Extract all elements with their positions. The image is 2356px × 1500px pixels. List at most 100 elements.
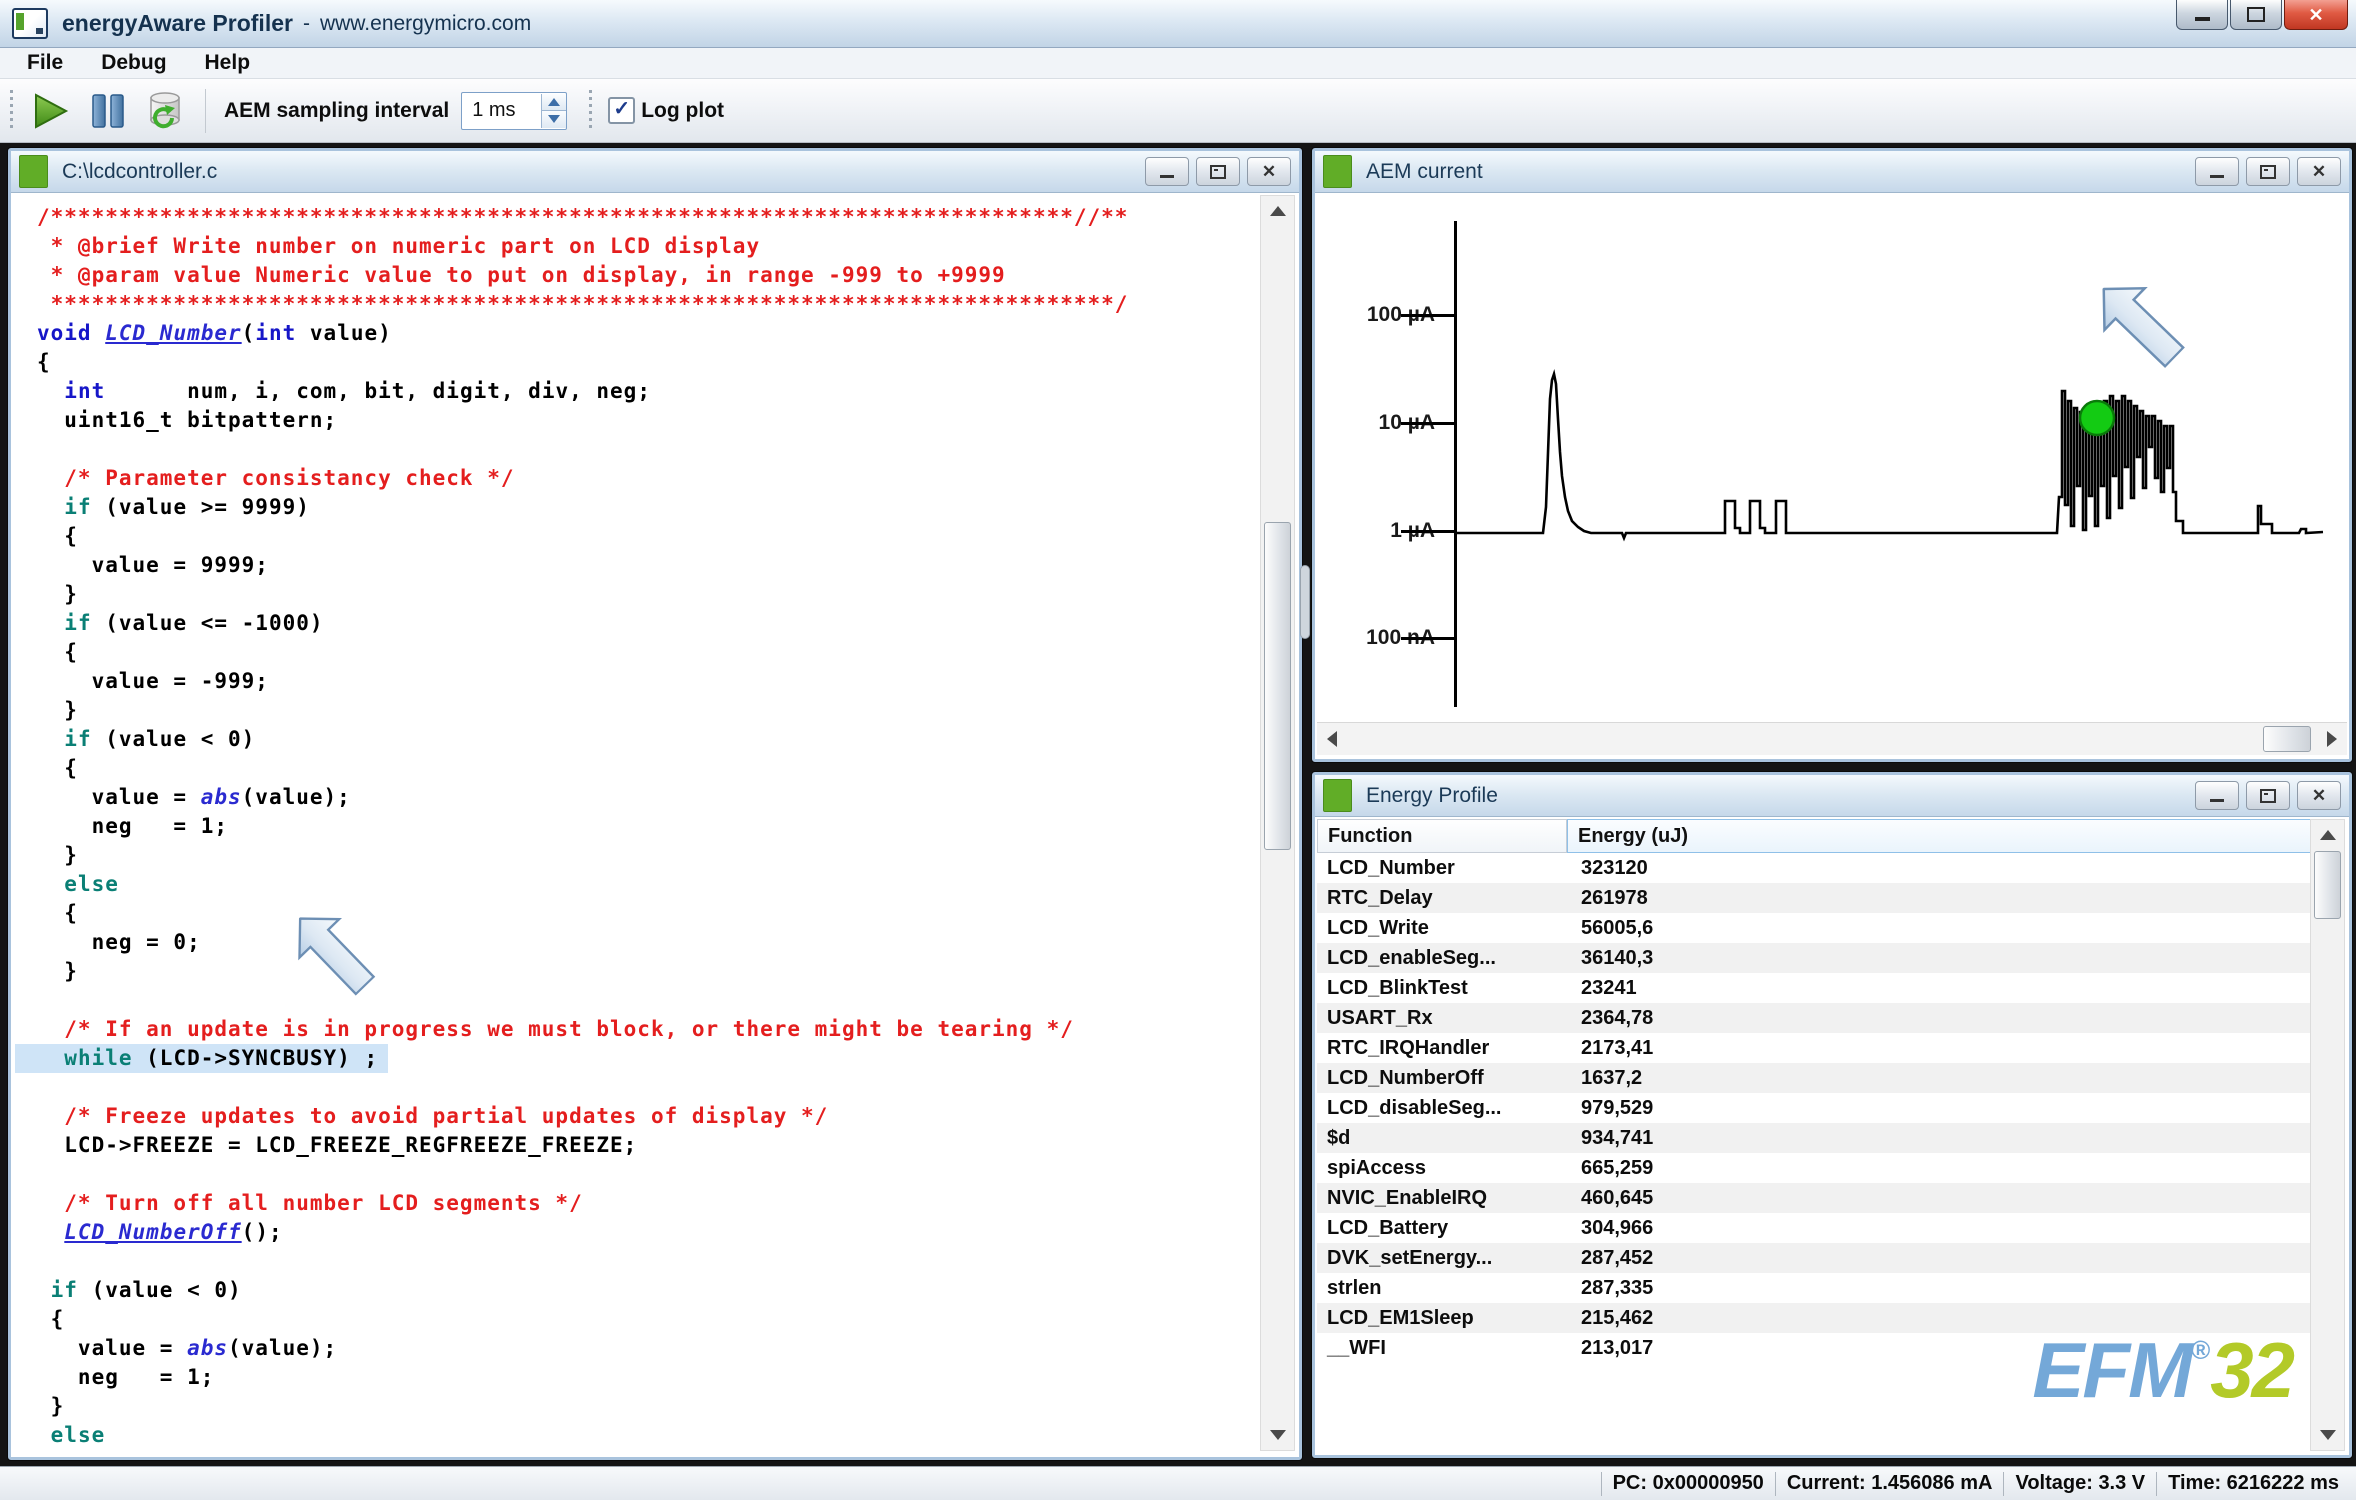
scroll-up-button[interactable] — [2311, 820, 2344, 850]
menu-file[interactable]: File — [8, 48, 82, 78]
code-line: value = abs(value); — [15, 783, 1261, 812]
table-row[interactable]: LCD_Write56005,6 — [1317, 913, 2312, 943]
code-editor[interactable]: /***************************************… — [15, 195, 1261, 1451]
current-waveform — [1317, 195, 2347, 721]
table-row[interactable]: RTC_Delay261978 — [1317, 883, 2312, 913]
toolbar-grip[interactable] — [10, 90, 13, 132]
pause-button[interactable] — [88, 92, 128, 130]
table-row[interactable]: USART_Rx2364,78 — [1317, 1003, 2312, 1033]
column-header-function[interactable]: Function — [1317, 819, 1567, 853]
restore-icon — [2260, 165, 2276, 179]
table-row[interactable]: RTC_IRQHandler2173,41 — [1317, 1033, 2312, 1063]
app-icon — [12, 8, 48, 39]
maximize-icon — [2247, 7, 2265, 22]
table-row[interactable]: LCD_enableSeg...36140,3 — [1317, 943, 2312, 973]
minimize-button[interactable] — [2195, 157, 2239, 186]
function-cell: LCD_BlinkTest — [1317, 973, 1567, 1003]
restore-button[interactable] — [2246, 781, 2290, 810]
scroll-left-button[interactable] — [1317, 723, 1347, 755]
table-row[interactable]: LCD_NumberOff1637,2 — [1317, 1063, 2312, 1093]
table-row[interactable]: LCD_BlinkTest23241 — [1317, 973, 2312, 1003]
table-row[interactable]: DVK_setEnergy...287,452 — [1317, 1243, 2312, 1273]
sampling-interval-value[interactable]: 1 ms — [462, 99, 541, 122]
scroll-down-button[interactable] — [2311, 1420, 2344, 1450]
status-item: PC: 0x00000950 — [1602, 1472, 1775, 1495]
scrollbar-thumb[interactable] — [1264, 522, 1291, 850]
reset-button[interactable] — [146, 91, 184, 131]
spin-down-icon — [548, 115, 560, 123]
energy-cell: 261978 — [1567, 883, 1648, 913]
sampling-interval-input[interactable]: 1 ms — [461, 92, 567, 130]
table-header: Function Energy (uJ) — [1317, 819, 2312, 854]
scroll-down-button[interactable] — [1261, 1420, 1294, 1450]
minimize-button[interactable] — [2176, 0, 2228, 30]
table-row[interactable]: NVIC_EnableIRQ460,645 — [1317, 1183, 2312, 1213]
efm32-logo: EFM®32 — [2032, 1331, 2293, 1409]
aem-current-chart[interactable]: 100 µA10 µA1 µA100 nA — [1317, 195, 2347, 721]
code-vertical-scrollbar[interactable] — [1260, 195, 1295, 1451]
toolbar-grip[interactable] — [589, 90, 592, 132]
arrow-up-icon — [1270, 206, 1286, 216]
code-line: if (value < 0) — [15, 1276, 1261, 1305]
restore-icon — [1210, 165, 1226, 179]
column-header-energy[interactable]: Energy (uJ) — [1567, 819, 2312, 853]
sampling-interval-label: AEM sampling interval — [224, 99, 449, 123]
code-line: while (LCD->SYNCBUSY) ; — [15, 1044, 1261, 1073]
scrollbar-thumb[interactable] — [2263, 726, 2311, 752]
table-row[interactable]: strlen287,335 — [1317, 1273, 2312, 1303]
spin-down-button[interactable] — [542, 111, 566, 128]
menu-debug[interactable]: Debug — [82, 48, 185, 78]
scroll-up-button[interactable] — [1261, 196, 1294, 226]
table-row[interactable]: spiAccess665,259 — [1317, 1153, 2312, 1183]
log-plot-checkbox[interactable]: ✓ — [608, 97, 635, 124]
table-row[interactable]: LCD_Number323120 — [1317, 853, 2312, 883]
document-icon — [1323, 155, 1352, 188]
app-title: energyAware Profiler — [62, 10, 293, 37]
close-button[interactable]: ✕ — [2284, 0, 2348, 30]
code-line: if (value >= 9999) — [15, 493, 1261, 522]
table-row[interactable]: LCD_disableSeg...979,529 — [1317, 1093, 2312, 1123]
minimize-button[interactable] — [1145, 157, 1189, 186]
code-line: } — [15, 1392, 1261, 1421]
code-line: neg = 0; — [15, 928, 1261, 957]
scroll-right-button[interactable] — [2317, 723, 2347, 755]
restore-button[interactable] — [2246, 157, 2290, 186]
table-row[interactable]: $d934,741 — [1317, 1123, 2312, 1153]
splitter-grip[interactable] — [1300, 565, 1310, 639]
close-button[interactable]: ✕ — [1247, 157, 1291, 186]
aem-horizontal-scrollbar[interactable] — [1317, 722, 2347, 755]
minimize-button[interactable] — [2195, 781, 2239, 810]
code-line: /* If an update is in progress we must b… — [15, 1015, 1261, 1044]
energy-cell: 979,529 — [1567, 1093, 1653, 1123]
maximize-button[interactable] — [2230, 0, 2282, 30]
table-row[interactable]: LCD_Battery304,966 — [1317, 1213, 2312, 1243]
window-titlebar[interactable]: energyAware Profiler - www.energymicro.c… — [0, 0, 2356, 48]
minimize-icon — [1160, 175, 1174, 178]
code-line: /***************************************… — [15, 203, 1261, 232]
status-item: Voltage: 3.3 V — [2004, 1472, 2156, 1495]
menu-help[interactable]: Help — [186, 48, 270, 78]
start-button[interactable] — [32, 92, 70, 130]
code-line: neg = 1; — [15, 1363, 1261, 1392]
menu-bar: FileDebugHelp — [0, 48, 2356, 79]
log-plot-label[interactable]: Log plot — [641, 99, 724, 123]
energy-vertical-scrollbar[interactable] — [2310, 819, 2345, 1451]
function-cell: NVIC_EnableIRQ — [1317, 1183, 1567, 1213]
code-line: /* Parameter consistancy check */ — [15, 464, 1261, 493]
restore-button[interactable] — [1196, 157, 1240, 186]
sample-marker[interactable] — [2080, 401, 2114, 435]
energy-window-titlebar[interactable]: Energy Profile ✕ — [1315, 775, 2349, 817]
function-cell: __WFI — [1317, 1333, 1567, 1363]
scrollbar-thumb[interactable] — [2314, 851, 2341, 919]
code-line: } — [15, 580, 1261, 609]
close-button[interactable]: ✕ — [2297, 781, 2341, 810]
spin-up-button[interactable] — [542, 94, 566, 112]
close-button[interactable]: ✕ — [2297, 157, 2341, 186]
code-line: /* Freeze updates to avoid partial updat… — [15, 1102, 1261, 1131]
toolbar: AEM sampling interval 1 ms ✓ Log plot — [0, 79, 2356, 143]
aem-window-titlebar[interactable]: AEM current ✕ — [1315, 151, 2349, 193]
energy-cell: 56005,6 — [1567, 913, 1653, 943]
code-window-titlebar[interactable]: C:\lcdcontroller.c ✕ — [11, 151, 1299, 193]
energy-cell: 2364,78 — [1567, 1003, 1653, 1033]
play-icon — [32, 92, 70, 130]
